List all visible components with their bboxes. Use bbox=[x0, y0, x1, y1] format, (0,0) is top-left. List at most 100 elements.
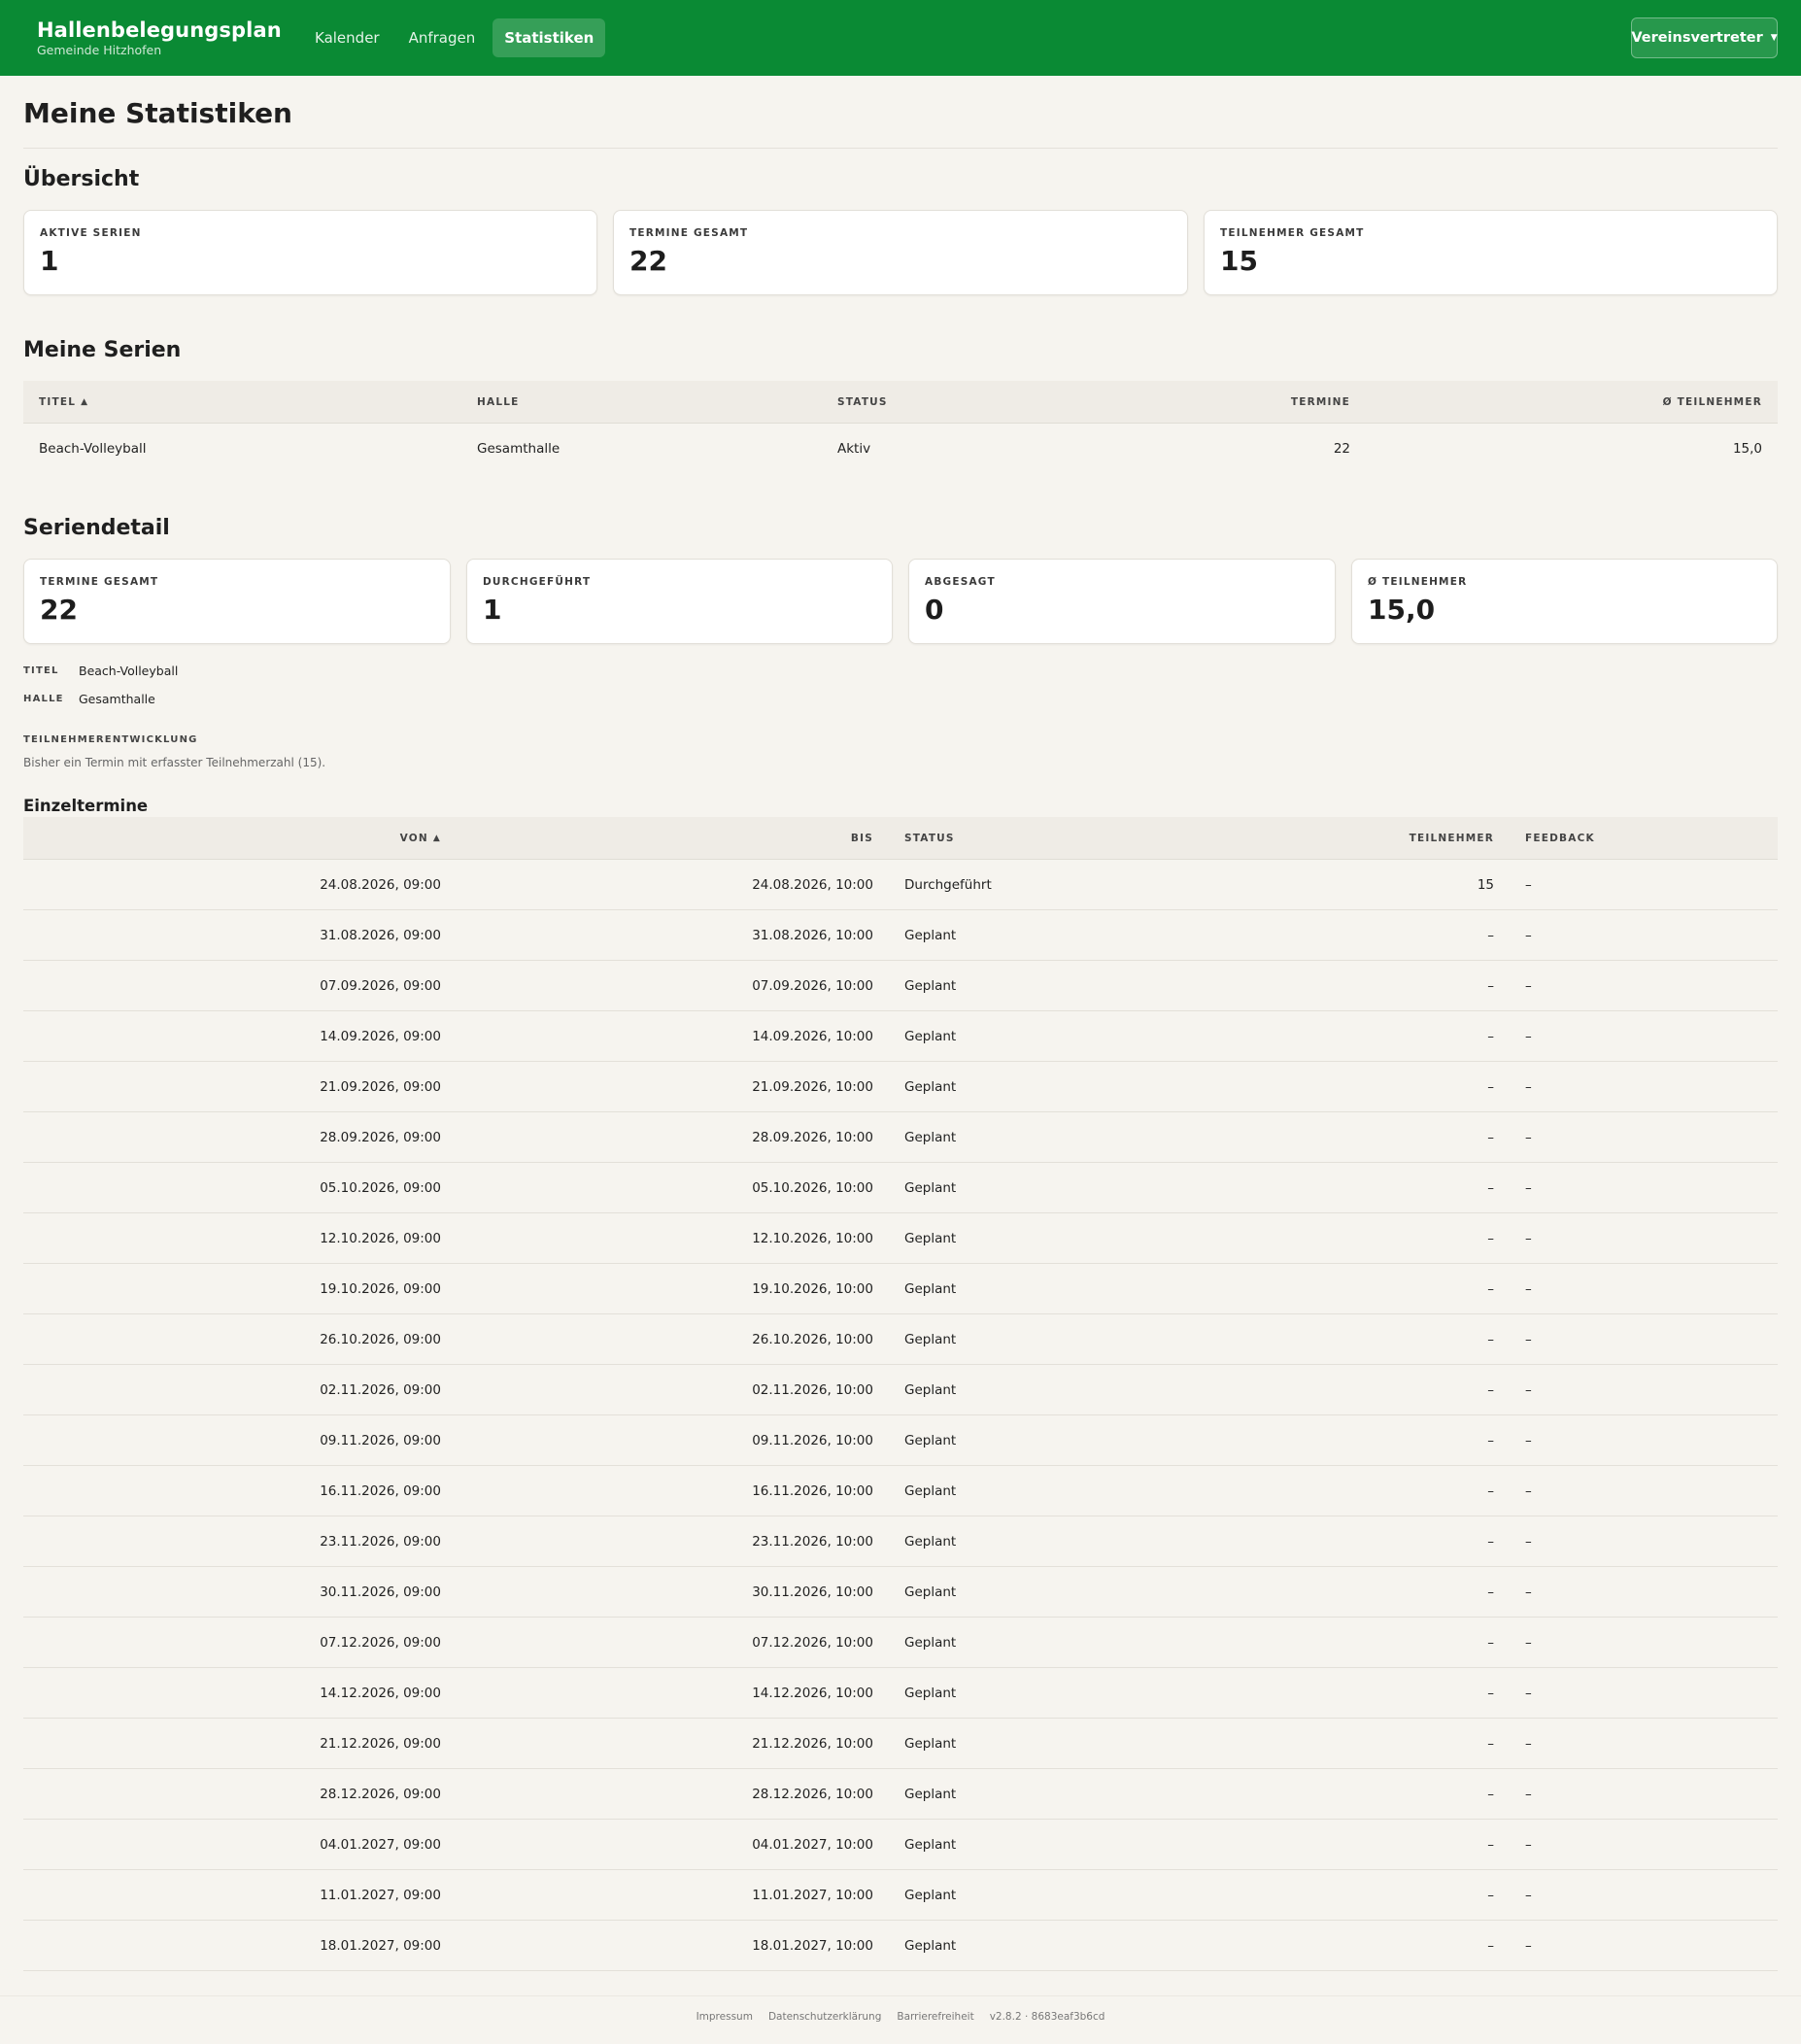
table-row[interactable]: 30.11.2026, 09:00 30.11.2026, 10:00 Geplan… bbox=[23, 1567, 1778, 1618]
cell-feedback: – bbox=[1525, 928, 1532, 943]
cell-status: Geplant bbox=[904, 1635, 957, 1651]
cell-feedback: – bbox=[1525, 1130, 1532, 1145]
cell-von: 19.10.2026, 09:00 bbox=[320, 1281, 441, 1297]
cell-avg-participants: 15,0 bbox=[1732, 441, 1762, 457]
stat-card-total-participants: Teilnehmer gesamt 15 bbox=[1204, 210, 1778, 295]
column-header-bis[interactable]: Bis bbox=[851, 817, 873, 860]
cell-feedback: – bbox=[1525, 1231, 1532, 1246]
cell-teilnehmer: – bbox=[1487, 1433, 1494, 1448]
table-row[interactable]: 02.11.2026, 09:00 02.11.2026, 10:00 Geplan… bbox=[23, 1365, 1778, 1415]
series-row[interactable]: Beach-Volleyball Gesamthalle Aktiv 22 15… bbox=[23, 424, 1778, 474]
table-row[interactable]: 07.09.2026, 09:00 07.09.2026, 10:00 Geplan… bbox=[23, 961, 1778, 1011]
table-row[interactable]: 18.01.2027, 09:00 18.01.2027, 10:00 Geplan… bbox=[23, 1921, 1778, 1971]
stat-value: 1 bbox=[483, 594, 502, 626]
table-row[interactable]: 04.01.2027, 09:00 04.01.2027, 10:00 Geplan… bbox=[23, 1820, 1778, 1870]
table-row[interactable]: 21.12.2026, 09:00 21.12.2026, 10:00 Geplan… bbox=[23, 1719, 1778, 1769]
stat-label: Aktive Serien bbox=[40, 227, 142, 239]
detail-card-cancelled: Abgesagt 0 bbox=[908, 559, 1336, 644]
column-header-feedback[interactable]: Feedback bbox=[1525, 817, 1595, 860]
table-row[interactable]: 05.10.2026, 09:00 05.10.2026, 10:00 Geplan… bbox=[23, 1163, 1778, 1213]
table-row[interactable]: 07.12.2026, 09:00 07.12.2026, 10:00 Geplan… bbox=[23, 1618, 1778, 1668]
detail-card-completed: Durchgeführt 1 bbox=[466, 559, 893, 644]
cell-status: Aktiv bbox=[837, 441, 871, 457]
stat-label: Durchgeführt bbox=[483, 576, 592, 588]
table-row[interactable]: 19.10.2026, 09:00 19.10.2026, 10:00 Geplan… bbox=[23, 1264, 1778, 1314]
table-row[interactable]: 28.09.2026, 09:00 28.09.2026, 10:00 Geplan… bbox=[23, 1112, 1778, 1163]
cell-feedback: – bbox=[1525, 1433, 1532, 1448]
stat-value: 15,0 bbox=[1368, 594, 1436, 626]
user-menu-button[interactable]: Vereinsvertreter ▼ bbox=[1631, 17, 1778, 58]
cell-bis: 16.11.2026, 10:00 bbox=[752, 1483, 873, 1499]
cell-von: 26.10.2026, 09:00 bbox=[320, 1332, 441, 1347]
column-header-titel[interactable]: Titel ▲ bbox=[39, 381, 88, 424]
nav-statistiken[interactable]: Statistiken bbox=[493, 18, 606, 57]
cell-bis: 24.08.2026, 10:00 bbox=[752, 877, 873, 893]
stat-value: 22 bbox=[40, 594, 78, 626]
table-row[interactable]: 21.09.2026, 09:00 21.09.2026, 10:00 Geplan… bbox=[23, 1062, 1778, 1112]
column-header-termine[interactable]: Termine bbox=[1291, 381, 1350, 424]
stat-label: Teilnehmer gesamt bbox=[1220, 227, 1365, 239]
cell-bis: 14.12.2026, 10:00 bbox=[752, 1686, 873, 1701]
stat-value: 22 bbox=[629, 245, 667, 277]
cell-von: 24.08.2026, 09:00 bbox=[320, 877, 441, 893]
table-row[interactable]: 09.11.2026, 09:00 09.11.2026, 10:00 Geplan… bbox=[23, 1415, 1778, 1466]
column-header-von[interactable]: Von ▲ bbox=[400, 817, 441, 860]
column-header-status[interactable]: Status bbox=[837, 381, 888, 424]
column-header-halle[interactable]: Halle bbox=[477, 381, 519, 424]
cell-teilnehmer: – bbox=[1487, 1938, 1494, 1954]
table-row[interactable]: 23.11.2026, 09:00 23.11.2026, 10:00 Geplan… bbox=[23, 1516, 1778, 1567]
table-row[interactable]: 14.12.2026, 09:00 14.12.2026, 10:00 Geplan… bbox=[23, 1668, 1778, 1719]
table-row[interactable]: 16.11.2026, 09:00 16.11.2026, 10:00 Geplan… bbox=[23, 1466, 1778, 1516]
cell-status: Geplant bbox=[904, 1837, 957, 1853]
cell-teilnehmer: – bbox=[1487, 1029, 1494, 1044]
column-header-status[interactable]: Status bbox=[904, 817, 955, 860]
cell-feedback: – bbox=[1525, 978, 1532, 994]
table-row[interactable]: 24.08.2026, 09:00 24.08.2026, 10:00 Durchg… bbox=[23, 860, 1778, 910]
nav-kalender[interactable]: Kalender bbox=[303, 18, 391, 57]
cell-von: 14.09.2026, 09:00 bbox=[320, 1029, 441, 1044]
column-header-teilnehmer[interactable]: Teilnehmer bbox=[1410, 817, 1494, 860]
cell-von: 09.11.2026, 09:00 bbox=[320, 1433, 441, 1448]
cell-von: 14.12.2026, 09:00 bbox=[320, 1686, 441, 1701]
footer-link-impressum[interactable]: Impressum bbox=[697, 2011, 753, 2023]
cell-teilnehmer: – bbox=[1487, 1483, 1494, 1499]
cell-teilnehmer: – bbox=[1487, 928, 1494, 943]
cell-teilnehmer: – bbox=[1487, 1534, 1494, 1550]
brand[interactable]: Hallenbelegungsplan Gemeinde Hitzhofen bbox=[23, 16, 282, 60]
stat-card-active-series: Aktive Serien 1 bbox=[23, 210, 597, 295]
cell-status: Geplant bbox=[904, 1029, 957, 1044]
table-row[interactable]: 28.12.2026, 09:00 28.12.2026, 10:00 Geplan… bbox=[23, 1769, 1778, 1820]
appointments-table-header: Von ▲ Bis Status Teilnehmer Feedback bbox=[23, 817, 1778, 860]
column-header-avg-participants[interactable]: Ø Teilnehmer bbox=[1663, 381, 1762, 424]
cell-bis: 07.12.2026, 10:00 bbox=[752, 1635, 873, 1651]
cell-feedback: – bbox=[1525, 1382, 1532, 1398]
cell-termine: 22 bbox=[1333, 441, 1350, 457]
cell-teilnehmer: – bbox=[1487, 1635, 1494, 1651]
cell-feedback: – bbox=[1525, 1837, 1532, 1853]
footer: Impressum Datenschutzerklärung Barrieref… bbox=[0, 2011, 1801, 2023]
footer-link-datenschutz[interactable]: Datenschutzerklärung bbox=[768, 2011, 881, 2023]
nav-anfragen[interactable]: Anfragen bbox=[397, 18, 488, 57]
cell-von: 31.08.2026, 09:00 bbox=[320, 928, 441, 943]
cell-bis: 11.01.2027, 10:00 bbox=[752, 1888, 873, 1903]
table-row[interactable]: 26.10.2026, 09:00 26.10.2026, 10:00 Geplan… bbox=[23, 1314, 1778, 1365]
cell-status: Geplant bbox=[904, 1888, 957, 1903]
app-title: Hallenbelegungsplan bbox=[37, 18, 282, 42]
table-row[interactable]: 31.08.2026, 09:00 31.08.2026, 10:00 Geplan… bbox=[23, 910, 1778, 961]
table-row[interactable]: 11.01.2027, 09:00 11.01.2027, 10:00 Geplan… bbox=[23, 1870, 1778, 1921]
cell-halle: Gesamthalle bbox=[477, 441, 561, 457]
cell-status: Geplant bbox=[904, 1736, 957, 1752]
app-version: v2.8.2 · 8683eaf3b6cd bbox=[989, 2011, 1105, 2023]
top-navigation-bar: Hallenbelegungsplan Gemeinde Hitzhofen K… bbox=[0, 0, 1801, 76]
cell-bis: 28.12.2026, 10:00 bbox=[752, 1787, 873, 1802]
cell-von: 12.10.2026, 09:00 bbox=[320, 1231, 441, 1246]
cell-teilnehmer: – bbox=[1487, 1837, 1494, 1853]
table-row[interactable]: 12.10.2026, 09:00 12.10.2026, 10:00 Geplan… bbox=[23, 1213, 1778, 1264]
cell-teilnehmer: – bbox=[1487, 1787, 1494, 1802]
cell-status: Geplant bbox=[904, 1281, 957, 1297]
cell-teilnehmer: 15 bbox=[1477, 877, 1494, 893]
cell-teilnehmer: – bbox=[1487, 1281, 1494, 1297]
footer-link-barrierefreiheit[interactable]: Barrierefreiheit bbox=[897, 2011, 973, 2023]
cell-feedback: – bbox=[1525, 1635, 1532, 1651]
table-row[interactable]: 14.09.2026, 09:00 14.09.2026, 10:00 Geplan… bbox=[23, 1011, 1778, 1062]
